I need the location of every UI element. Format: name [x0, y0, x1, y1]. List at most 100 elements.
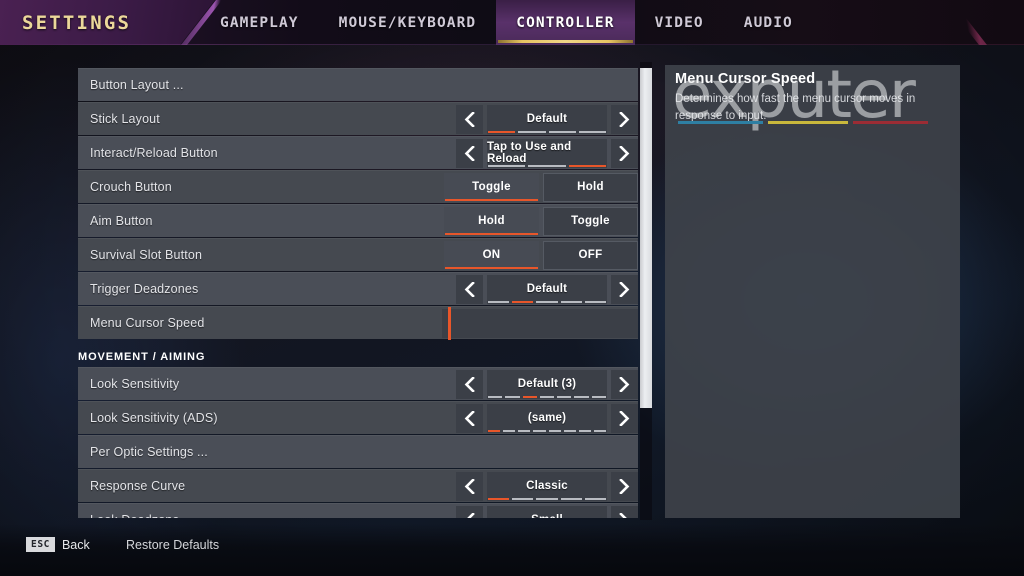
settings-row[interactable]: Button Layout ...	[78, 68, 638, 101]
segment-2	[512, 301, 534, 303]
segment-7	[591, 396, 606, 398]
settings-list[interactable]: Button Layout ... Stick Layout Default Inte…	[78, 68, 638, 518]
setting-label: Response Curve	[90, 479, 186, 493]
setting-value-box[interactable]: Default	[487, 105, 607, 134]
tab-label: MOUSE/KEYBOARD	[338, 14, 477, 31]
chevron-left-icon[interactable]	[456, 506, 483, 518]
info-panel-description: Determines how fast the menu cursor move…	[675, 93, 916, 122]
segment-5	[584, 301, 607, 303]
segment-3	[518, 430, 531, 432]
tab-gameplay[interactable]: GAMEPLAY	[200, 0, 319, 45]
setting-label: Survival Slot Button	[90, 248, 203, 262]
setting-label: Trigger Deadzones	[90, 282, 199, 296]
chevron-right-icon[interactable]	[611, 472, 638, 501]
chevron-right-icon[interactable]	[611, 275, 638, 304]
setting-label: Per Optic Settings ...	[90, 445, 208, 459]
settings-row[interactable]: Crouch Button Toggle Hold	[78, 170, 638, 203]
page-title: SETTINGS	[22, 12, 132, 34]
value-segments	[487, 498, 607, 500]
tab-label: VIDEO	[654, 14, 704, 31]
toggle-label: OFF	[578, 248, 603, 261]
section-label: MOVEMENT / AIMING	[78, 351, 206, 363]
chevron-right-icon[interactable]	[611, 506, 638, 518]
segment-1	[488, 430, 501, 432]
segment-5	[584, 498, 607, 500]
settings-row[interactable]: Look Sensitivity (ADS) (same)	[78, 401, 638, 434]
tab-audio[interactable]: AUDIO	[724, 0, 813, 45]
info-panel-title: Menu Cursor Speed	[675, 71, 816, 87]
toggle-group: ON OFF	[444, 241, 638, 270]
segment-1	[488, 301, 510, 303]
segment-1	[488, 498, 510, 500]
chevron-right-icon[interactable]	[611, 139, 638, 168]
setting-value: Tap to Use and Reload	[487, 140, 572, 165]
setting-value: Classic	[526, 479, 568, 492]
chevron-left-icon[interactable]	[456, 472, 483, 501]
setting-label: Menu Cursor Speed	[90, 316, 205, 330]
setting-value-box[interactable]: Classic	[487, 472, 607, 501]
segment-6	[574, 396, 589, 398]
segment-1	[488, 131, 516, 133]
segment-2	[518, 131, 546, 133]
stepper-control: Default (3)	[456, 370, 638, 399]
tab-video[interactable]: VIDEO	[635, 0, 724, 45]
chevron-left-icon[interactable]	[456, 275, 483, 304]
chevron-right-icon[interactable]	[611, 105, 638, 134]
segment-2	[512, 498, 534, 500]
chevron-left-icon[interactable]	[456, 139, 483, 168]
setting-value: Default (3)	[517, 377, 577, 390]
toggle-option-selected[interactable]: Toggle	[444, 173, 539, 202]
info-panel: Menu Cursor Speed Determines how fast th…	[665, 65, 960, 518]
tab-label: GAMEPLAY	[220, 14, 299, 31]
setting-value-box[interactable]: Tap to Use and Reload	[487, 139, 607, 168]
chevron-right-icon[interactable]	[611, 370, 638, 399]
setting-label: Aim Button	[90, 214, 153, 228]
toggle-label: Toggle	[472, 180, 511, 193]
chevron-right-icon[interactable]	[611, 404, 638, 433]
settings-row[interactable]: Stick Layout Default	[78, 102, 638, 135]
segment-1	[488, 396, 503, 398]
stepper-control: Small	[456, 506, 638, 518]
toggle-option-selected[interactable]: ON	[444, 241, 539, 270]
toggle-label: Hold	[478, 214, 505, 227]
setting-value: Small	[531, 514, 563, 519]
settings-screen: SETTINGS GAMEPLAY MOUSE/KEYBOARD CONTROLLE…	[0, 0, 1024, 576]
settings-row[interactable]: Look Sensitivity Default (3)	[78, 367, 638, 400]
chevron-left-icon[interactable]	[456, 370, 483, 399]
toggle-option[interactable]: Hold	[543, 173, 638, 202]
tab-controller[interactable]: CONTROLLER	[496, 0, 635, 45]
slider-handle[interactable]	[447, 307, 451, 340]
tab-mouse-keyboard[interactable]: MOUSE/KEYBOARD	[319, 0, 497, 45]
settings-row[interactable]: Survival Slot Button ON OFF	[78, 238, 638, 271]
settings-row[interactable]: Trigger Deadzones Default	[78, 272, 638, 305]
stepper-control: Default	[456, 105, 638, 134]
settings-row[interactable]: Menu Cursor Speed	[78, 306, 638, 340]
restore-defaults-button[interactable]: Restore Defaults	[126, 538, 219, 552]
setting-value-box[interactable]: Default (3)	[487, 370, 607, 399]
value-segments	[487, 165, 607, 167]
tab-label: CONTROLLER	[516, 14, 615, 31]
settings-row[interactable]: Interact/Reload Button Tap to Use and Rel…	[78, 136, 638, 169]
stepper-control: Tap to Use and Reload	[456, 139, 638, 168]
slider-track[interactable]	[442, 307, 638, 340]
scrollbar-thumb[interactable]	[640, 68, 652, 408]
back-label: Back	[61, 537, 90, 552]
toggle-option[interactable]: OFF	[543, 241, 638, 270]
toggle-option-selected[interactable]: Hold	[444, 207, 539, 236]
header-underline	[0, 44, 1024, 45]
settings-row[interactable]: Aim Button Hold Toggle	[78, 204, 638, 237]
toggle-label: Hold	[577, 180, 604, 193]
back-button[interactable]: ESC Back	[26, 537, 90, 552]
segment-3	[522, 396, 537, 398]
chevron-left-icon[interactable]	[456, 105, 483, 134]
setting-value-box[interactable]: Default	[487, 275, 607, 304]
settings-row[interactable]: Look Deadzone Small	[78, 503, 638, 518]
settings-row[interactable]: Per Optic Settings ...	[78, 435, 638, 468]
settings-row[interactable]: Response Curve Classic	[78, 469, 638, 502]
setting-value-box[interactable]: Small	[487, 506, 607, 518]
chevron-left-icon[interactable]	[456, 404, 483, 433]
toggle-option[interactable]: Toggle	[543, 207, 638, 236]
toggle-group: Hold Toggle	[444, 207, 638, 236]
setting-value-box[interactable]: (same)	[487, 404, 607, 433]
setting-value: Default	[526, 282, 568, 295]
